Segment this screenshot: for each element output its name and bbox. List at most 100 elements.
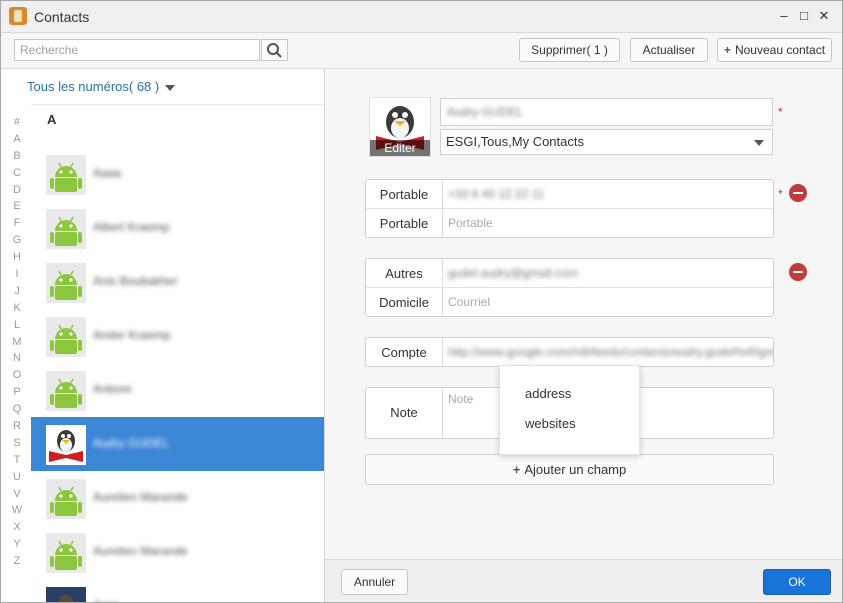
name-field[interactable]: Audry GUDEL	[440, 98, 773, 126]
add-field-menu: address websites	[499, 365, 640, 455]
alphabet-index-letter[interactable]: #	[9, 116, 25, 133]
android-avatar-icon	[46, 209, 86, 249]
contact-row[interactable]: Aurelien Marande	[31, 471, 324, 525]
contact-row[interactable]: Anis Boubakher	[31, 255, 324, 309]
alphabet-index-letter[interactable]: P	[9, 386, 25, 403]
window-title: Contacts	[34, 9, 90, 25]
alphabet-index-letter[interactable]: J	[9, 285, 25, 302]
delete-button[interactable]: Supprimer( 1 )	[519, 38, 620, 62]
alphabet-index-letter[interactable]: D	[9, 184, 25, 201]
alphabet-index-letter[interactable]: C	[9, 167, 25, 184]
contact-row[interactable]: Ander Kraemp	[31, 309, 324, 363]
contact-row[interactable]: Albert Kraemp	[31, 201, 324, 255]
alphabet-index-letter[interactable]: S	[9, 437, 25, 454]
search-button[interactable]	[261, 39, 288, 61]
menu-item-websites[interactable]: websites	[525, 416, 576, 431]
contact-row[interactable]: Aurelien Marande	[31, 525, 324, 579]
contact-photo[interactable]: Editer	[369, 97, 431, 157]
alphabet-index-letter[interactable]: B	[9, 150, 25, 167]
refresh-button[interactable]: Actualiser	[630, 38, 708, 62]
chevron-down-icon	[754, 140, 764, 146]
groups-value: ESGI,Tous,My Contacts	[446, 134, 584, 149]
alphabet-index-letter[interactable]: H	[9, 251, 25, 268]
penguin-avatar-icon	[46, 425, 86, 465]
alphabet-index-letter[interactable]: E	[9, 200, 25, 217]
alphabet-index-letter[interactable]: A	[9, 133, 25, 150]
contacts-window: Contacts – □ ✕ Supprimer( 1 ) Actualiser…	[0, 0, 843, 603]
contact-name: Audry GUDEL	[93, 436, 170, 450]
alphabet-index-letter[interactable]: V	[9, 488, 25, 505]
alphabet-index-letter[interactable]: N	[9, 352, 25, 369]
contact-name: Anis Boubakher	[93, 274, 178, 288]
android-avatar-icon	[46, 155, 86, 195]
add-field-button[interactable]: + Ajouter un champ	[365, 454, 774, 485]
editor-footer: Annuler OK	[325, 559, 842, 602]
close-icon[interactable]: ✕	[817, 9, 831, 23]
alphabet-index-letter[interactable]: L	[9, 319, 25, 336]
name-value: Audry GUDEL	[447, 105, 524, 119]
alphabet-index-letter[interactable]: K	[9, 302, 25, 319]
remove-email-icon[interactable]	[789, 263, 807, 281]
email-label-2[interactable]: Domicile	[366, 288, 443, 316]
alphabet-index-letter[interactable]: W	[9, 504, 25, 521]
title-bar: Contacts – □ ✕	[1, 1, 842, 33]
contact-editor: Editer Audry GUDEL * ESGI,Tous,My Contac…	[325, 69, 842, 559]
groups-select[interactable]: ESGI,Tous,My Contacts	[440, 129, 773, 155]
alphabet-index-letter[interactable]: R	[9, 420, 25, 437]
contact-name: Aurelien Marande	[93, 544, 188, 558]
email-label-1[interactable]: Autres	[366, 259, 443, 288]
android-avatar-icon	[46, 479, 86, 519]
phone-label-1[interactable]: Portable	[366, 180, 443, 209]
alphabet-index-letter[interactable]: Y	[9, 538, 25, 555]
phone-label-2[interactable]: Portable	[366, 209, 443, 237]
contact-row[interactable]: Ayse	[31, 579, 324, 602]
email-input-1[interactable]: gudel.audry@gmail.com	[442, 259, 773, 288]
alphabet-index-letter[interactable]: Z	[9, 555, 25, 572]
account-input[interactable]: http://www.google.com/m8/feeds/contacts/…	[442, 338, 773, 366]
contact-row[interactable]: Aaaa	[31, 147, 324, 201]
alphabet-index-letter[interactable]: T	[9, 454, 25, 471]
contacts-app-icon	[9, 7, 27, 25]
account-value: http://www.google.com/m8/feeds/contacts/…	[448, 345, 773, 359]
search-input[interactable]	[14, 39, 260, 61]
new-contact-button[interactable]: + Nouveau contact	[717, 38, 832, 62]
search-icon	[267, 43, 282, 58]
alphabet-index-letter[interactable]: G	[9, 234, 25, 251]
alphabet-index-letter[interactable]: Q	[9, 403, 25, 420]
required-marker: *	[778, 187, 783, 201]
cancel-button[interactable]: Annuler	[341, 569, 408, 595]
alphabet-index-letter[interactable]: M	[9, 336, 25, 353]
group-filter-dropdown[interactable]: Tous les numéros( 68 )	[27, 79, 176, 94]
minimize-icon[interactable]: –	[777, 9, 791, 23]
contact-row[interactable]: Audry GUDEL	[31, 417, 324, 471]
alphabet-index-letter[interactable]: O	[9, 369, 25, 386]
plus-icon: +	[723, 43, 731, 57]
alphabet-index-letter[interactable]: F	[9, 217, 25, 234]
email-fields: Autres gudel.audry@gmail.com Domicile Co…	[365, 258, 774, 317]
email-input-2[interactable]: Courriel	[442, 288, 773, 316]
note-label: Note	[366, 388, 443, 438]
android-avatar-icon	[46, 317, 86, 357]
maximize-icon[interactable]: □	[797, 9, 811, 23]
alphabet-index-letter[interactable]: I	[9, 268, 25, 285]
phone-input-1[interactable]: +33 6 40 12 22 11	[442, 180, 773, 209]
menu-item-address[interactable]: address	[525, 386, 571, 401]
contact-row[interactable]: Anbore	[31, 363, 324, 417]
email-value-1: gudel.audry@gmail.com	[448, 266, 578, 280]
contact-name: Ander Kraemp	[93, 328, 171, 342]
required-marker: *	[778, 105, 783, 119]
phone-fields: Portable +33 6 40 12 22 11 Portable Port…	[365, 179, 774, 238]
phone-input-2[interactable]: Portable	[442, 209, 773, 237]
new-contact-label: Nouveau contact	[734, 43, 826, 57]
toolbar: Supprimer( 1 ) Actualiser +Nouveau conta…	[1, 33, 842, 69]
android-avatar-icon	[46, 533, 86, 573]
contact-name: Aaaa	[93, 166, 122, 180]
alphabet-index-letter[interactable]: U	[9, 471, 25, 488]
ok-button[interactable]: OK	[763, 569, 831, 595]
android-avatar-icon	[46, 371, 86, 411]
alphabet-index-letter[interactable]: X	[9, 521, 25, 538]
remove-phone-icon[interactable]	[789, 184, 807, 202]
edit-photo-label: Editer	[370, 140, 430, 156]
list-divider	[31, 104, 324, 105]
photo-avatar-icon	[46, 587, 86, 602]
